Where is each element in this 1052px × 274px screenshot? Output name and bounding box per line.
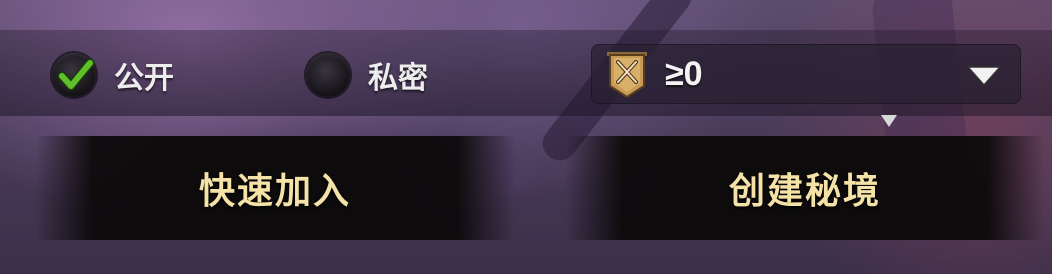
check-icon — [57, 58, 95, 91]
quick-join-button[interactable]: 快速加入 — [35, 136, 515, 240]
level-filter-dropdown[interactable]: ≥0 — [591, 44, 1021, 104]
public-radio[interactable]: 公开 — [52, 50, 174, 100]
chevron-down-icon — [967, 66, 1001, 86]
private-label: 私密 — [368, 61, 428, 96]
radio-circle — [306, 53, 350, 97]
level-value: ≥0 — [665, 55, 703, 93]
pointer-arrow-icon — [881, 115, 897, 127]
create-dungeon-label: 创建秘境 — [728, 170, 881, 212]
quick-join-label: 快速加入 — [198, 170, 351, 212]
public-label: 公开 — [114, 61, 174, 96]
create-dungeon-button[interactable]: 创建秘境 — [565, 136, 1045, 240]
private-radio[interactable]: 私密 — [306, 50, 428, 100]
radio-circle — [52, 53, 96, 97]
crossed-swords-banner-icon — [607, 52, 647, 98]
